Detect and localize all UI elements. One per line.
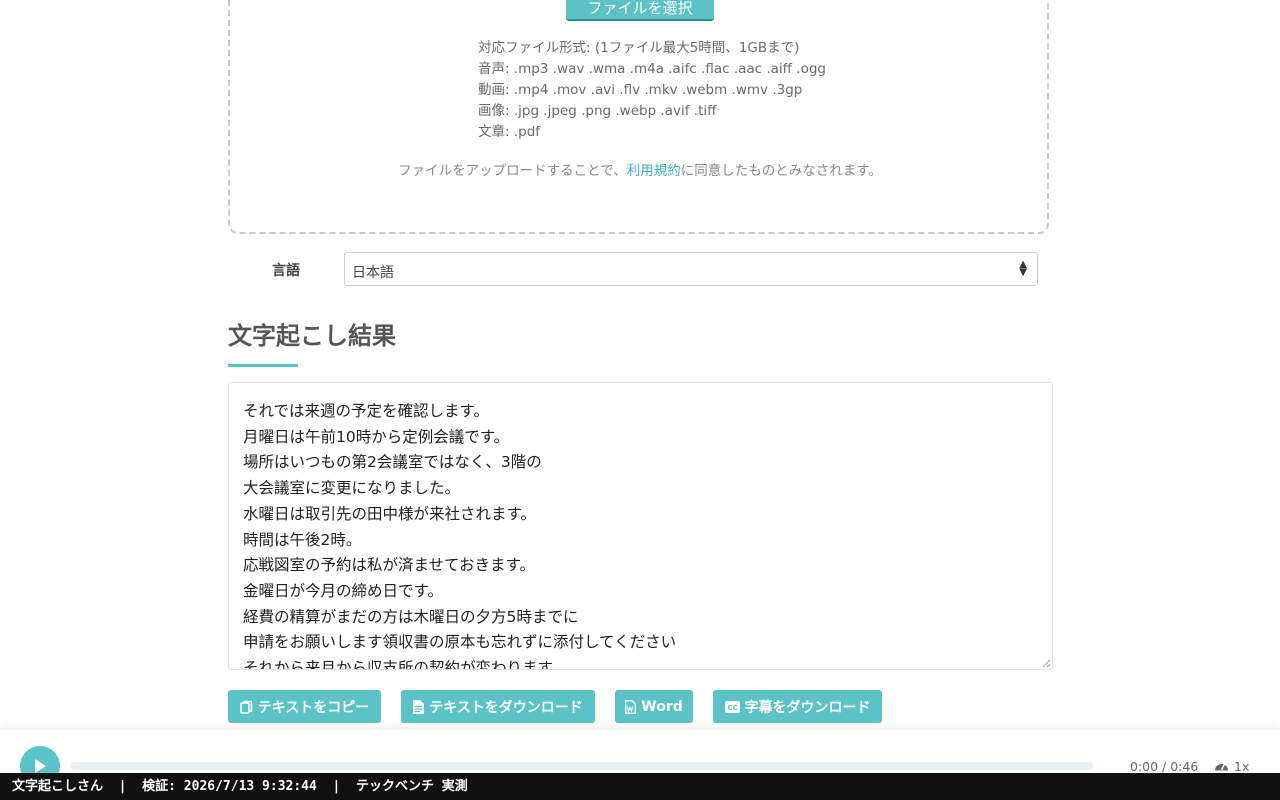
copy-text-button[interactable]: テキストをコピー: [228, 690, 381, 723]
file-text-icon: [413, 699, 425, 714]
word-download-label: Word: [641, 698, 683, 715]
copy-icon: [239, 700, 253, 714]
speedometer-icon[interactable]: [1214, 759, 1229, 772]
play-icon: [35, 759, 46, 773]
word-file-icon: [625, 699, 637, 714]
formats-limit-line: 対応ファイル形式: (1ファイル最大5時間、1GBまで): [478, 40, 800, 56]
language-label: 言語: [272, 263, 300, 279]
transcript-line: 申請をお願いします領収書の原本も忘れずに添付してください: [243, 633, 677, 652]
word-download-button[interactable]: Word: [615, 690, 693, 723]
closed-caption-icon: CC: [724, 700, 740, 713]
download-text-button[interactable]: テキストをダウンロード: [401, 690, 595, 723]
copy-text-label: テキストをコピー: [257, 699, 370, 716]
transcription-textarea[interactable]: それでは来週の予定を確認します。 月曜日は午前10時から定例会議です。 場所はい…: [228, 382, 1053, 670]
formats-document-line: 文章: .pdf: [478, 124, 541, 140]
transcript-line: 金曜日が今月の締め日です。: [243, 581, 443, 600]
download-text-label: テキストをダウンロード: [429, 699, 583, 716]
terms-notice: ファイルをアップロードすることで、利用規約に同意したものとみなされます。: [0, 159, 1280, 179]
title-underline: [228, 364, 298, 367]
formats-image-line: 画像: .jpg .jpeg .png .webp .avif .tiff: [478, 103, 717, 119]
resize-grip-icon[interactable]: [1041, 658, 1051, 668]
choose-file-button[interactable]: ファイルを選択: [566, 0, 714, 21]
progress-bar[interactable]: [70, 762, 1093, 770]
supported-formats: 対応ファイル形式: (1ファイル最大5時間、1GBまで) 音声: .mp3 .w…: [478, 38, 826, 143]
transcript-line: 場所はいつもの第2会議室ではなく、3階の: [243, 453, 542, 472]
transcript-line: 水曜日は取引先の田中様が来社されます。: [243, 504, 536, 523]
transcript-line: 大会議室に変更になりました。: [243, 479, 461, 498]
transcript-line: 経費の精算がまだの方は木曜日の夕方5時までに: [243, 607, 579, 626]
playback-speed[interactable]: 1x: [1234, 759, 1249, 774]
playback-time: 0:00 / 0:46: [1130, 759, 1199, 774]
status-bar: 文字起こしさん | 検証: 2026/7/13 9:32:44 | テックベンチ…: [0, 773, 1280, 800]
terms-of-service-link[interactable]: 利用規約: [627, 163, 681, 179]
language-select[interactable]: 日本語 ▲ ▼: [344, 252, 1038, 286]
transcript-line: それから来月から収支所の契約が変わります: [243, 659, 554, 670]
formats-audio-line: 音声: .mp3 .wav .wma .m4a .aifc .flac .aac…: [478, 61, 826, 77]
download-subtitles-button[interactable]: CC 字幕をダウンロード: [713, 690, 882, 723]
select-arrows-icon: ▲ ▼: [1019, 259, 1027, 278]
transcript-line: 時間は午後2時。: [243, 530, 362, 549]
formats-video-line: 動画: .mp4 .mov .avi .flv .mkv .webm .wmv …: [478, 82, 803, 98]
transcript-line: それでは来週の予定を確認します。: [243, 402, 489, 420]
result-title: 文字起こし結果: [228, 322, 396, 350]
download-subtitles-label: 字幕をダウンロード: [744, 699, 871, 716]
terms-prefix: ファイルをアップロードすることで、: [398, 163, 627, 179]
transcript-line: 月曜日は午前10時から定例会議です。: [243, 427, 510, 446]
terms-suffix: に同意したものとみなされます。: [680, 163, 882, 179]
svg-text:CC: CC: [727, 704, 737, 712]
language-selected-value: 日本語: [352, 265, 394, 281]
transcript-line: 応戦図室の予約は私が済ませておきます。: [243, 556, 536, 575]
